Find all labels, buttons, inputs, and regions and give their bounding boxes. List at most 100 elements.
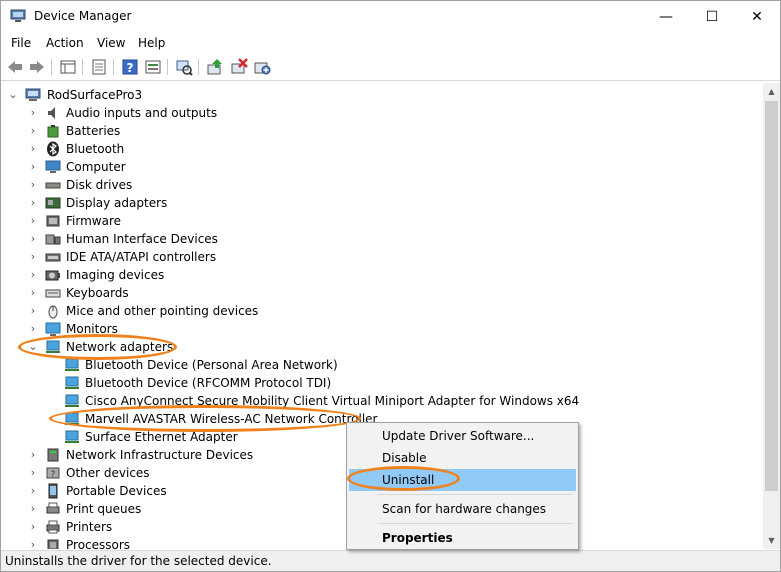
mouse-icon [48, 305, 58, 319]
tree-category-row[interactable]: › Disk drives [1, 176, 763, 194]
expander-collapsed-icon[interactable]: › [28, 467, 38, 479]
expander-collapsed-icon[interactable]: › [28, 287, 38, 299]
tree-device-label: Bluetooth Device (RFCOMM Protocol TDI) [85, 376, 332, 390]
expander-collapsed-icon[interactable]: › [28, 449, 38, 461]
menu-item-label: Disable [382, 451, 427, 465]
ide-icon [45, 253, 61, 262]
maximize-button[interactable]: ☐ [689, 1, 735, 32]
tree-root-label: RodSurfacePro3 [47, 88, 143, 102]
tree-root-row[interactable]: ⌄ RodSurfacePro3 [1, 86, 763, 104]
show-hidden-icon[interactable] [90, 58, 108, 76]
tree-category-row[interactable]: › Bluetooth [1, 140, 763, 158]
toolbar-separator [82, 59, 83, 75]
disk-icon [45, 182, 61, 189]
expander-collapsed-icon[interactable]: › [28, 539, 38, 550]
expander-collapsed-icon[interactable]: › [28, 179, 38, 191]
tree-category-row[interactable]: › Human Interface Devices [1, 230, 763, 248]
scan-hardware-icon[interactable] [175, 58, 193, 76]
camera-icon [45, 270, 60, 281]
expander-collapsed-icon[interactable]: › [28, 107, 38, 119]
tree-category-label: Processors [66, 538, 131, 549]
tree-category-label: Print queues [66, 502, 142, 516]
menu-properties[interactable]: Properties [349, 527, 576, 549]
forward-icon[interactable] [28, 58, 46, 76]
menu-help[interactable]: Help [138, 36, 165, 50]
expander-collapsed-icon[interactable]: › [28, 215, 38, 227]
tree-category-row[interactable]: › Display adapters [1, 194, 763, 212]
back-icon[interactable] [6, 58, 24, 76]
network-adapter-icon [65, 430, 79, 443]
context-menu: Update Driver Software... Disable Uninst… [346, 422, 579, 550]
menu-action[interactable]: Action [46, 36, 84, 50]
update-driver-icon[interactable] [206, 58, 224, 76]
monitor-icon [45, 322, 61, 336]
tree-category-row[interactable]: › Imaging devices [1, 266, 763, 284]
scrollbar-thumb[interactable] [765, 101, 778, 491]
tree-category-label: Imaging devices [66, 268, 165, 282]
expander-collapsed-icon[interactable]: › [28, 323, 38, 335]
close-icon: ✕ [751, 8, 763, 25]
tree-category-label: Batteries [66, 124, 121, 138]
tree-category-label: Network adapters [66, 340, 174, 354]
menu-view[interactable]: View [97, 36, 125, 50]
menu-update-driver[interactable]: Update Driver Software... [349, 425, 576, 447]
scroll-down-icon[interactable]: ▼ [763, 532, 780, 549]
minimize-button[interactable]: — [643, 1, 689, 32]
computer-root-icon [25, 88, 41, 101]
expander-collapsed-icon[interactable]: › [28, 521, 38, 533]
tree-category-label: Display adapters [66, 196, 168, 210]
tree-category-row-network-adapters[interactable]: ⌄ Network adapters [1, 338, 763, 356]
tree-device-label: Bluetooth Device (Personal Area Network) [85, 358, 338, 372]
tree-category-row[interactable]: › Computer [1, 158, 763, 176]
print-queue-icon [46, 502, 60, 514]
menu-scan-hardware[interactable]: Scan for hardware changes [349, 498, 576, 520]
expander-collapsed-icon[interactable]: › [28, 143, 38, 155]
expander-collapsed-icon[interactable]: › [28, 485, 38, 497]
vertical-scrollbar[interactable]: ▲ ▼ [763, 83, 780, 549]
tree-category-row[interactable]: › Keyboards [1, 284, 763, 302]
expander-collapsed-icon[interactable]: › [28, 305, 38, 317]
bluetooth-icon [47, 141, 59, 157]
expander-collapsed-icon[interactable]: › [28, 269, 38, 281]
tree-category-row[interactable]: › Batteries [1, 122, 763, 140]
tree-category-label: IDE ATA/ATAPI controllers [66, 250, 217, 264]
scroll-up-icon[interactable]: ▲ [763, 83, 780, 100]
tree-category-label: Disk drives [66, 178, 133, 192]
expander-collapsed-icon[interactable]: › [28, 233, 38, 245]
expander-expanded-icon[interactable]: ⌄ [8, 89, 18, 101]
expander-collapsed-icon[interactable]: › [28, 161, 38, 173]
minimize-icon: — [659, 8, 673, 25]
expander-expanded-icon[interactable]: ⌄ [28, 341, 38, 353]
menu-item-label: Scan for hardware changes [382, 502, 547, 516]
expander-collapsed-icon[interactable]: › [28, 251, 38, 263]
tree-device-row[interactable]: Cisco AnyConnect Secure Mobility Client … [1, 392, 763, 410]
tree-device-row[interactable]: Bluetooth Device (Personal Area Network) [1, 356, 763, 374]
menu-uninstall[interactable]: Uninstall [349, 469, 576, 491]
toolbar-separator [167, 59, 168, 75]
tree-device-label: Surface Ethernet Adapter [85, 430, 238, 444]
expander-collapsed-icon[interactable]: › [28, 197, 38, 209]
speaker-icon [48, 107, 55, 119]
tree-category-row[interactable]: › IDE ATA/ATAPI controllers [1, 248, 763, 266]
tree-category-row[interactable]: › Monitors [1, 320, 763, 338]
network-icon [46, 340, 60, 353]
battery-icon [47, 125, 59, 138]
menu-file[interactable]: File [11, 36, 31, 50]
add-legacy-icon[interactable] [253, 58, 271, 76]
tree-category-row[interactable]: › Audio inputs and outputs [1, 104, 763, 122]
tree-category-row[interactable]: › Firmware [1, 212, 763, 230]
device-view-icon[interactable] [144, 58, 162, 76]
expander-collapsed-icon[interactable]: › [28, 125, 38, 137]
status-bar: Uninstalls the driver for the selected d… [1, 550, 780, 571]
tree-device-row[interactable]: Bluetooth Device (RFCOMM Protocol TDI) [1, 374, 763, 392]
help-icon[interactable]: ? [121, 58, 139, 76]
properties-grid-icon[interactable] [59, 58, 77, 76]
uninstall-icon[interactable] [230, 58, 248, 76]
expander-collapsed-icon[interactable]: › [28, 503, 38, 515]
tree-category-label: Portable Devices [66, 484, 167, 498]
svg-text:?: ? [127, 61, 134, 75]
keyboard-icon [45, 289, 61, 298]
menu-disable[interactable]: Disable [349, 447, 576, 469]
tree-category-row[interactable]: › Mice and other pointing devices [1, 302, 763, 320]
close-button[interactable]: ✕ [734, 1, 780, 32]
